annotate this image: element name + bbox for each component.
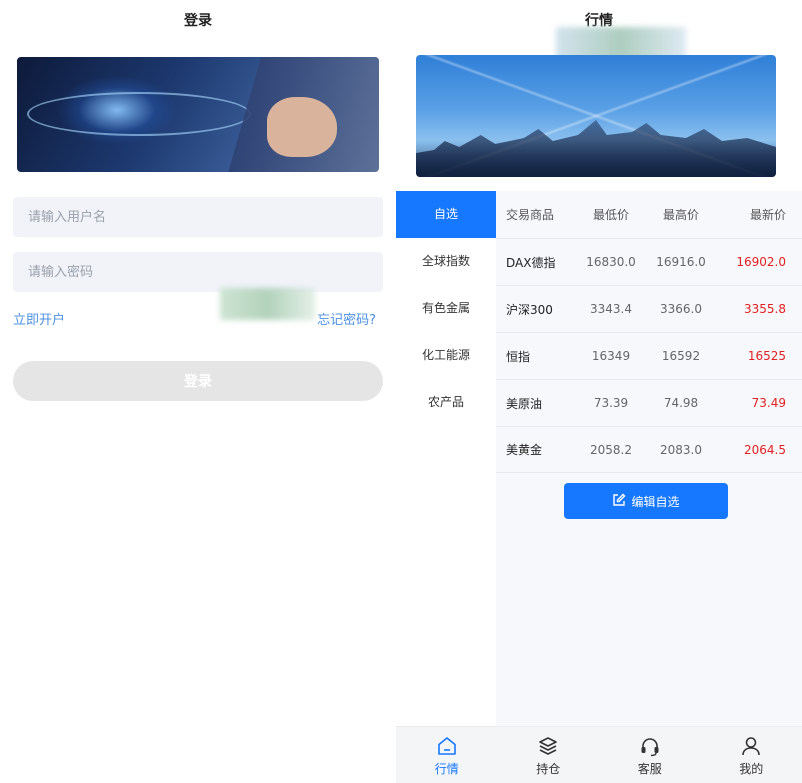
market-banner-image: [416, 55, 776, 177]
last-price: 16525: [747, 349, 786, 363]
product-name: 美原油: [506, 396, 543, 411]
table-row[interactable]: 美原油 73.39 74.98 73.49: [496, 379, 802, 426]
open-account-link[interactable]: 立即开户: [13, 309, 65, 328]
forgot-password-link[interactable]: 忘记密码?: [317, 309, 376, 328]
login-banner-image: [17, 57, 379, 172]
tab-profile[interactable]: 我的: [701, 727, 802, 783]
login-title: 登录: [184, 13, 212, 29]
column-header-product: 交易商品: [506, 208, 555, 222]
column-header-low: 最低价: [592, 208, 629, 222]
high-price: 3366.0: [660, 302, 702, 316]
low-price: 16830.0: [586, 255, 636, 269]
column-header-high: 最高价: [662, 208, 699, 222]
category-agricultural[interactable]: 农产品: [396, 379, 496, 426]
low-price: 73.39: [593, 396, 629, 410]
last-price: 2064.5: [744, 442, 786, 457]
high-price: 74.98: [663, 396, 699, 410]
last-price: 73.49: [751, 396, 786, 410]
table-row[interactable]: DAX德指 16830.0 16916.0 16902.0: [496, 238, 802, 285]
product-name: DAX德指: [506, 255, 556, 270]
category-watchlist[interactable]: 自选: [396, 191, 496, 238]
category-sidebar: 自选 全球指数 有色金属 化工能源 农产品: [396, 191, 496, 726]
product-name: 沪深300: [506, 302, 553, 317]
last-price: 16902.0: [736, 255, 786, 269]
bottom-tab-bar: 行情 持仓 客服 我的: [396, 726, 802, 783]
tab-positions[interactable]: 持仓: [498, 727, 600, 783]
category-nonferrous-metals[interactable]: 有色金属: [396, 285, 496, 332]
tab-label: 客服: [637, 761, 662, 776]
high-price: 2083.0: [660, 442, 702, 457]
column-header-last: 最新价: [749, 208, 786, 222]
tab-label: 持仓: [536, 761, 561, 776]
tab-label: 我的: [739, 761, 764, 776]
low-price: 3343.4: [590, 302, 632, 316]
login-button[interactable]: 登录: [13, 361, 383, 401]
edit-watchlist-label: 编辑自选: [631, 494, 680, 509]
product-name: 恒指: [506, 349, 531, 364]
layers-icon: [537, 734, 559, 758]
category-chemical-energy[interactable]: 化工能源: [396, 332, 496, 379]
table-row[interactable]: 美黄金 2058.2 2083.0 2064.5: [496, 426, 802, 473]
edit-icon: [612, 493, 626, 510]
high-price: 16592: [661, 349, 701, 363]
user-icon: [740, 734, 762, 758]
headset-icon: [639, 734, 661, 758]
quote-table: 交易商品 最低价 最高价 最新价 DAX德指 16830.0 16916.0 1…: [496, 191, 802, 726]
home-icon: [436, 734, 458, 758]
table-row[interactable]: 恒指 16349 16592 16525: [496, 332, 802, 379]
table-header: 交易商品 最低价 最高价 最新价: [496, 191, 802, 238]
login-screen: 登录 立即开户 忘记密码? 登录: [0, 0, 396, 783]
product-name: 美黄金: [506, 443, 543, 457]
high-price: 16916.0: [656, 255, 706, 269]
tab-market[interactable]: 行情: [396, 727, 498, 783]
low-price: 16349: [591, 349, 631, 363]
last-price: 3355.8: [744, 302, 786, 316]
redaction-blur: [220, 288, 315, 320]
tab-customer-service[interactable]: 客服: [599, 727, 701, 783]
edit-watchlist-button[interactable]: 编辑自选: [564, 483, 728, 519]
password-input[interactable]: [13, 252, 383, 292]
tab-label: 行情: [434, 761, 459, 776]
category-global-indices[interactable]: 全球指数: [396, 238, 496, 285]
low-price: 2058.2: [590, 442, 632, 457]
username-input[interactable]: [13, 197, 383, 237]
table-row[interactable]: 沪深300 3343.4 3366.0 3355.8: [496, 285, 802, 332]
market-screen: 行情 自选 全球指数 有色金属 化工能源 农产品 交易商品 最低价 最高价 最新…: [396, 0, 802, 783]
